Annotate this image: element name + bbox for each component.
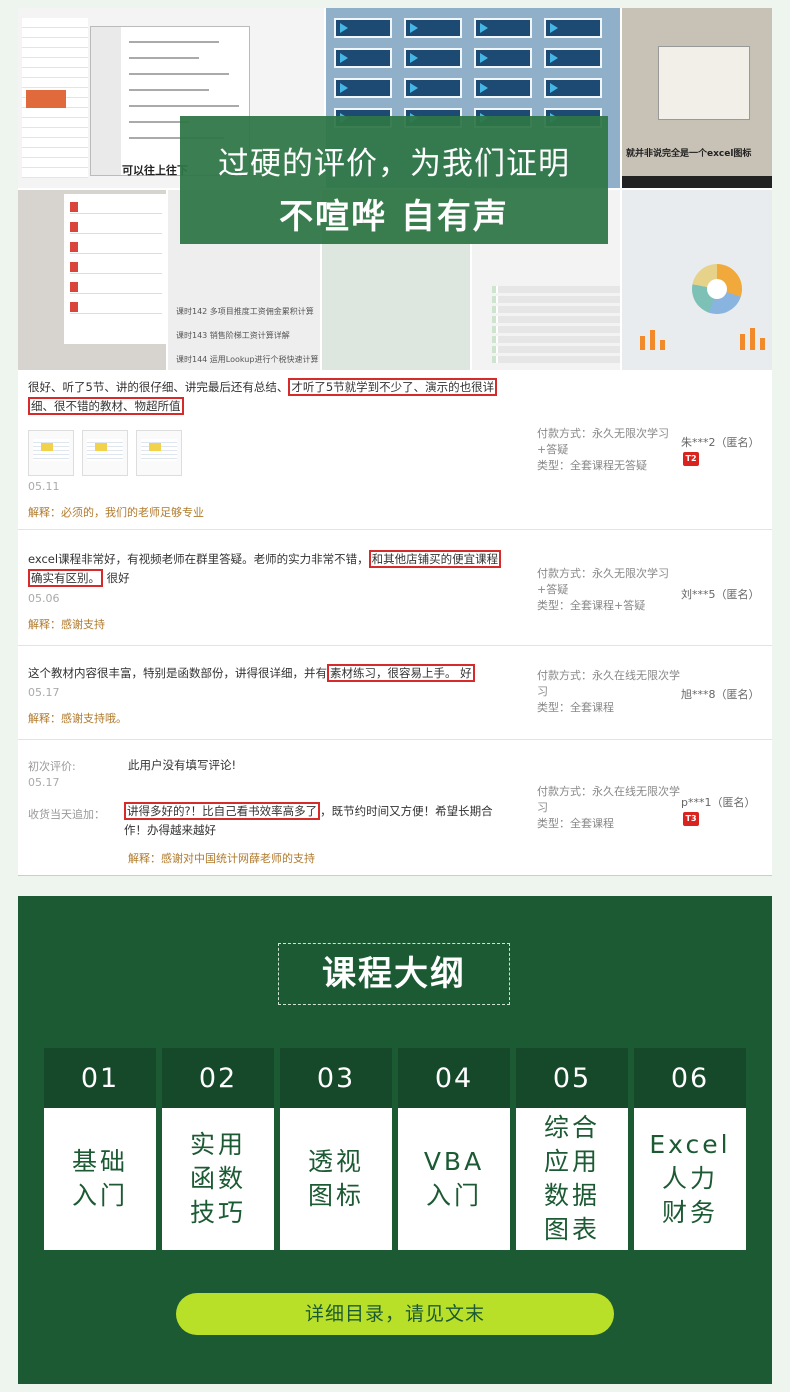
card-number: 06 (634, 1048, 746, 1108)
card-label: 综合 应用 数据 图表 (543, 1113, 600, 1244)
append-review-text: 讲得多好的?！比自己看书效率高多了 ，既节约时间又方便！希望长期合作！办得越来越好 (124, 802, 493, 837)
card-label: 基础 入门 (71, 1147, 128, 1210)
outline-title-box: 课程大纲 (278, 943, 510, 1005)
card-label: Excel 人力 财务 (649, 1130, 731, 1227)
course-outline-section: 课程大纲 01 基础 入门 02 实用 函数 技巧 03 透视 图标 04 VB… (18, 896, 772, 1384)
banner-line-2: 不喧哗 自有声 (279, 197, 509, 237)
review-date: 05.11 (28, 480, 60, 493)
course-item: 课时142 多项目推度工资佣金累积计算 (176, 307, 314, 316)
purchase-info: 付款方式：永久在线无限次学习 类型：全套课程 (537, 785, 680, 830)
seller-reply: 解释：感谢对中国统计网薛老师的支持 (128, 852, 315, 865)
card-number: 01 (44, 1048, 156, 1108)
review-photo-thumbnail[interactable] (82, 430, 128, 476)
seller-reply: 解释：必须的，我们的老师足够专业 (28, 506, 204, 519)
reviewer-level-badge: T2 (683, 452, 699, 466)
outline-card[interactable]: 06 Excel 人力 财务 (634, 1048, 746, 1250)
review-photo-thumbnail[interactable] (28, 430, 74, 476)
seller-reply: 解释：感谢支持 (28, 618, 105, 631)
outline-title: 课程大纲 (322, 954, 466, 994)
banner-line-1: 过硬的评价，为我们证明 (218, 146, 570, 182)
highlight-mark: 确实有区别。 (28, 569, 103, 587)
reviewer-level-badge: T3 (683, 812, 699, 826)
review-date: 05.06 (28, 592, 60, 605)
review-text: 这个教材内容很丰富，特别是函数部份，讲得很详细，并有 素材练习，很容易上手。 好 (28, 664, 528, 683)
reviewer-name: 朱***2（匿名） (681, 436, 760, 449)
card-number: 05 (516, 1048, 628, 1108)
card-label: 透视 图标 (307, 1147, 364, 1210)
highlight-mark: 才听了5节就学到不少了、演示的也很详 (288, 378, 498, 396)
card-number: 04 (398, 1048, 510, 1108)
review-text: excel课程非常好，有视频老师在群里答疑。老师的实力非常不错， 和其他店铺买的便… (28, 550, 528, 588)
course-item: 课时143 销售阶梯工资计算详解 (176, 331, 290, 340)
outline-card[interactable]: 03 透视 图标 (280, 1048, 392, 1250)
card-number: 03 (280, 1048, 392, 1108)
review-text: 此用户没有填写评论! (128, 758, 237, 772)
first-review-label: 初次评价: (28, 760, 76, 773)
card-label: VBA 入门 (423, 1147, 485, 1210)
outline-card[interactable]: 04 VBA 入门 (398, 1048, 510, 1250)
seller-reply: 解释：感谢支持哦。 (28, 712, 127, 725)
donut-chart-graphic (692, 264, 742, 314)
purchase-info: 付款方式：永久无限次学习+答疑 类型：全套课程无答疑 (537, 427, 669, 472)
review-item: 很好、听了5节、讲的很仔细、讲完最后还有总结、 才听了5节就学到不少了、演示的也很… (18, 370, 772, 530)
monitor-photo-caption: 就并非说完全是一个excel图标 (626, 149, 752, 159)
review-date: 05.17 (28, 686, 60, 699)
reviewer-name: p***1（匿名） (681, 796, 756, 809)
card-number: 02 (162, 1048, 274, 1108)
review-text: 很好、听了5节、讲的很仔细、讲完最后还有总结、 才听了5节就学到不少了、演示的也很… (28, 378, 528, 416)
dialog-window-graphic (658, 46, 750, 120)
highlight-mark: 讲得多好的?！比自己看书效率高多了 (124, 802, 321, 820)
purchase-info: 付款方式：永久在线无限次学习 类型：全套课程 (537, 669, 680, 714)
outline-card[interactable]: 05 综合 应用 数据 图表 (516, 1048, 628, 1250)
append-review-label: 收货当天追加： (28, 808, 105, 821)
review-list: 很好、听了5节、讲的很仔细、讲完最后还有总结、 才听了5节就学到不少了、演示的也很… (18, 370, 772, 876)
review-item: excel课程非常好，有视频老师在群里答疑。老师的实力非常不错， 和其他店铺买的便… (18, 530, 772, 646)
outline-card[interactable]: 02 实用 函数 技巧 (162, 1048, 274, 1250)
highlight-mark: 和其他店铺买的便宜课程 (368, 550, 502, 568)
review-item: 这个教材内容很丰富，特别是函数部份，讲得很详细，并有 素材练习，很容易上手。 好 … (18, 646, 772, 740)
highlight-cell-graphic (26, 90, 66, 108)
photo-monitor: 就并非说完全是一个excel图标 (622, 8, 772, 188)
review-date: 05.17 (28, 776, 60, 789)
photo-excel-chart (622, 190, 772, 370)
see-full-catalog-button[interactable]: 详细目录，请见文末 (176, 1293, 614, 1335)
card-label: 实用 函数 技巧 (189, 1130, 246, 1227)
testimonial-banner: 过硬的评价，为我们证明 不喧哗 自有声 (180, 116, 608, 244)
highlight-mark: 细、很不错的教材、物超所值 (28, 397, 184, 415)
review-item: 初次评价: 此用户没有填写评论! 05.17 收货当天追加： 讲得多好的?！比自… (18, 740, 772, 876)
reviewer-name: 旭***8（匿名） (681, 688, 760, 701)
taskbar-graphic (622, 176, 772, 188)
excel-photo-caption: 可以往上往下 (122, 164, 188, 177)
reviewer-name: 刘***5（匿名） (681, 588, 760, 601)
course-item: 课时144 运用Lookup进行个税快速计算 (176, 355, 319, 364)
review-photo-thumbnail[interactable] (136, 430, 182, 476)
purchase-info: 付款方式：永久无限次学习+答疑 类型：全套课程+答疑 (537, 567, 669, 612)
highlight-mark: 素材练习，很容易上手。 好 (327, 664, 475, 682)
outline-card[interactable]: 01 基础 入门 (44, 1048, 156, 1250)
review-photo-collage: 可以往上往下 就并非说完全是一个excel图标 课时142 多项目推度工资佣金累… (18, 8, 772, 370)
photo-phone-files (18, 190, 166, 370)
